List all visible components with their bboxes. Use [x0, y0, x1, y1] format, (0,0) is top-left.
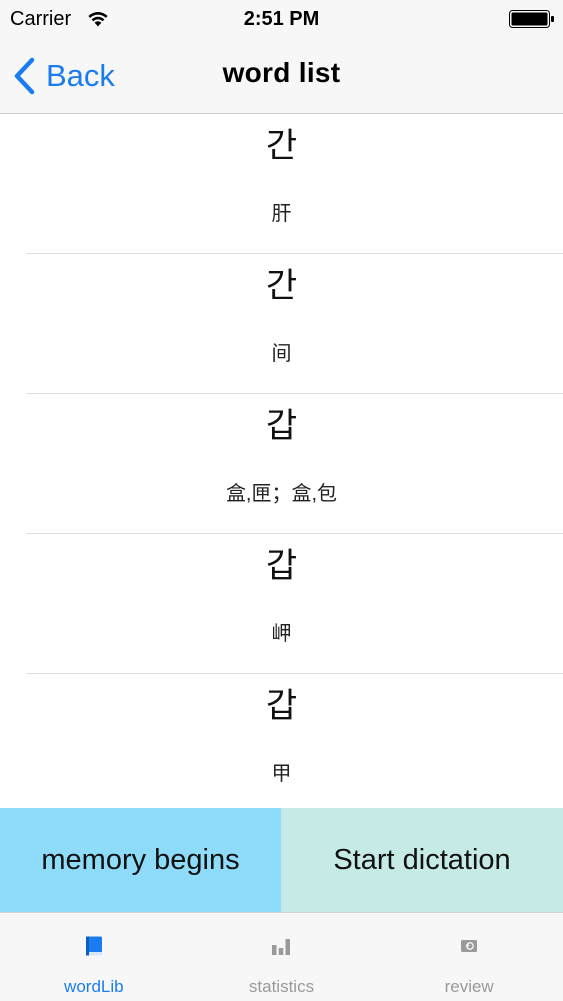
status-time: 2:51 PM	[243, 8, 320, 30]
tab-label: review	[444, 977, 494, 996]
action-buttons: memory begins Start dictation	[0, 808, 563, 912]
word-meaning: 甲	[271, 763, 292, 785]
list-item[interactable]: 간 肝	[0, 114, 563, 254]
tab-review[interactable]: review	[375, 913, 563, 1001]
book-icon	[85, 936, 102, 956]
list-item[interactable]: 갑 甲	[0, 674, 563, 808]
battery-icon	[509, 10, 554, 28]
tab-label: wordLib	[64, 977, 124, 996]
list-item[interactable]: 갑 岬	[0, 534, 563, 674]
tab-label: statistics	[248, 977, 315, 996]
word-meaning: 盒,匣；盒,包	[225, 483, 338, 505]
word-meaning: 间	[271, 343, 292, 365]
navigation-bar: Back word list	[0, 40, 563, 114]
list-item[interactable]: 갑 盒,匣；盒,包	[0, 394, 563, 534]
list-item[interactable]: 간 间	[0, 254, 563, 394]
bar-chart-icon	[272, 939, 291, 955]
word-korean: 갑	[265, 687, 298, 725]
word-list[interactable]: 간 肝 간 间 갑 盒,匣；盒,包 갑 岬 갑 甲	[0, 114, 563, 808]
word-meaning: 肝	[271, 203, 292, 225]
word-korean: 갑	[265, 547, 298, 585]
start-dictation-button[interactable]: Start dictation	[281, 808, 563, 912]
word-korean: 간	[265, 267, 298, 305]
tab-statistics[interactable]: statistics	[188, 913, 376, 1001]
review-icon	[461, 940, 478, 952]
word-korean: 갑	[265, 407, 298, 445]
page-title: word list	[222, 57, 341, 88]
status-bar: Carrier 2:51 PM	[0, 0, 563, 40]
memory-begins-button[interactable]: memory begins	[0, 808, 281, 912]
word-meaning: 岬	[271, 623, 292, 645]
word-korean: 간	[265, 127, 298, 165]
tab-bar: wordLib statistics review	[0, 912, 563, 1001]
tab-wordlib[interactable]: wordLib	[0, 913, 188, 1001]
